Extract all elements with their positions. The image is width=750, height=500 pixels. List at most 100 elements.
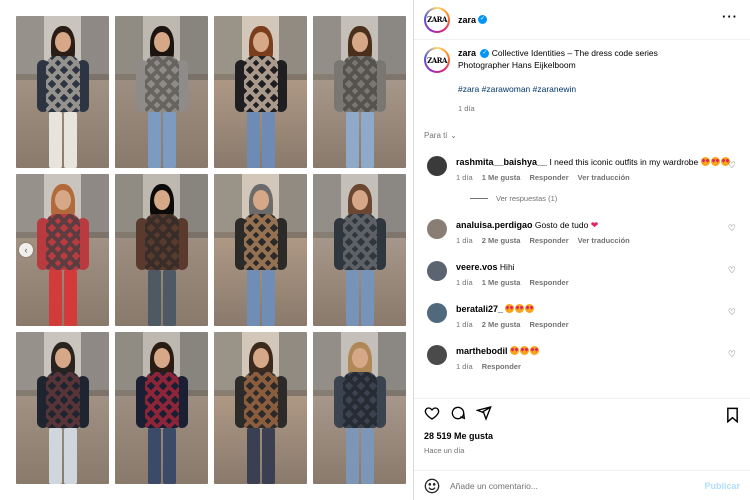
comment-time: 1 día bbox=[456, 278, 473, 287]
heart-eyes-emoji-icon bbox=[710, 157, 720, 166]
sort-dropdown[interactable]: Para ti ⌄ bbox=[424, 131, 740, 140]
photo-tile bbox=[115, 16, 208, 168]
heart-outline-icon[interactable]: ♡ bbox=[728, 265, 736, 276]
post-modal: ‹ ZARA zara ✓ ··· ZARA zara ✓ Collective… bbox=[0, 0, 750, 500]
avatar-logo: ZARA bbox=[426, 8, 448, 31]
photo-tile bbox=[115, 174, 208, 326]
verified-badge-icon: ✓ bbox=[480, 49, 490, 59]
photo-tile bbox=[214, 332, 307, 484]
caption-time: 1 día bbox=[458, 104, 475, 113]
caption-credit: Photographer Hans Eijkelboom bbox=[458, 60, 576, 70]
reply-button[interactable]: Responder bbox=[529, 236, 568, 245]
photo-tile bbox=[214, 16, 307, 168]
post-panel: ZARA zara ✓ ··· ZARA zara ✓ Collective I… bbox=[413, 0, 750, 500]
comment-list: rashmita__baishya__ I need this iconic o… bbox=[424, 156, 740, 371]
comment-text: I need this iconic outfits in my wardrob… bbox=[549, 157, 699, 167]
comment-composer: Publicar bbox=[414, 470, 750, 500]
comment-item: veere.vos Hihi 1 día 1 Me gusta Responde… bbox=[424, 261, 740, 287]
comment-likes[interactable]: 1 Me gusta bbox=[482, 278, 521, 287]
caption: ZARA zara ✓ Collective Identities – The … bbox=[424, 47, 740, 115]
translate-button[interactable]: Ver traducción bbox=[578, 173, 630, 182]
heart-outline-icon[interactable]: ♡ bbox=[728, 160, 736, 171]
comment-likes[interactable]: 1 Me gusta bbox=[482, 173, 521, 182]
smile-emoji-icon[interactable] bbox=[424, 478, 440, 494]
photo-tile bbox=[16, 332, 109, 484]
heart-outline-icon[interactable]: ♡ bbox=[728, 223, 736, 234]
comment-item: rashmita__baishya__ I need this iconic o… bbox=[424, 156, 740, 182]
reply-button[interactable]: Responder bbox=[529, 320, 568, 329]
commenter-avatar[interactable] bbox=[427, 156, 447, 176]
comment-username[interactable]: veere.vos bbox=[456, 262, 498, 272]
comment-likes[interactable]: 2 Me gusta bbox=[482, 236, 521, 245]
commenter-avatar[interactable] bbox=[427, 219, 447, 239]
reply-button[interactable]: Responder bbox=[529, 173, 568, 182]
comment-text: Gosto de tudo bbox=[534, 220, 589, 230]
comment-emoji bbox=[700, 157, 731, 167]
photo-grid bbox=[16, 16, 406, 484]
comment-username[interactable]: analuisa.perdigao bbox=[456, 220, 533, 230]
heart-outline-icon[interactable]: ♡ bbox=[728, 349, 736, 360]
heart-eyes-emoji-icon bbox=[529, 346, 539, 355]
post-header: ZARA zara ✓ ··· bbox=[414, 0, 750, 40]
reply-button[interactable]: Responder bbox=[529, 278, 568, 287]
comment-item: analuisa.perdigao Gosto de tudo ❤ 1 día … bbox=[424, 219, 740, 245]
comment-emoji bbox=[505, 304, 535, 314]
comment-input[interactable] bbox=[450, 480, 690, 491]
more-dots-icon[interactable]: ··· bbox=[722, 10, 738, 23]
comment-emoji bbox=[509, 346, 540, 356]
comment-time: 1 día bbox=[456, 362, 473, 371]
comment-time: 1 día bbox=[456, 236, 473, 245]
caption-avatar[interactable]: ZARA bbox=[424, 47, 450, 73]
replies-label: Ver respuestas (1) bbox=[496, 194, 558, 203]
translate-button[interactable]: Ver traducción bbox=[578, 236, 630, 245]
photo-tile bbox=[313, 174, 406, 326]
commenter-avatar[interactable] bbox=[427, 345, 447, 365]
comment-item: beratali27_ 1 día 2 Me gusta Responder ♡ bbox=[424, 303, 740, 329]
author-username[interactable]: zara bbox=[458, 15, 476, 25]
bookmark-icon[interactable] bbox=[725, 407, 740, 423]
photo-tile bbox=[313, 16, 406, 168]
caption-username[interactable]: zara bbox=[458, 48, 476, 58]
heart-eyes-emoji-icon bbox=[700, 157, 710, 166]
heart-eyes-emoji-icon bbox=[515, 304, 525, 313]
red-heart-emoji-icon: ❤ bbox=[590, 220, 599, 230]
comment-bubble-icon[interactable] bbox=[450, 405, 466, 421]
commenter-avatar[interactable] bbox=[427, 303, 447, 323]
chevron-left-icon[interactable]: ‹ bbox=[19, 243, 33, 257]
commenter-avatar[interactable] bbox=[427, 261, 447, 281]
caption-title: Collective Identities – The dress code s… bbox=[491, 48, 658, 58]
verified-badge-icon: ✓ bbox=[478, 15, 488, 24]
comment-likes[interactable]: 2 Me gusta bbox=[482, 320, 521, 329]
photo-tile bbox=[16, 16, 109, 168]
comment-time: 1 día bbox=[456, 320, 473, 329]
publish-button[interactable]: Publicar bbox=[704, 481, 740, 491]
post-time: Hace un día bbox=[424, 446, 465, 455]
paper-plane-icon[interactable] bbox=[476, 405, 492, 421]
view-replies-button[interactable]: Ver respuestas (1) bbox=[470, 194, 740, 203]
action-bar: 28 519 Me gusta Hace un día bbox=[414, 398, 750, 468]
comment-emoji: ❤ bbox=[591, 220, 599, 230]
likes-count[interactable]: 28 519 Me gusta bbox=[424, 431, 740, 441]
sort-label: Para ti bbox=[424, 131, 448, 140]
comment-username[interactable]: marthebodil bbox=[456, 346, 508, 356]
avatar-logo: ZARA bbox=[426, 49, 448, 71]
heart-eyes-emoji-icon bbox=[525, 304, 535, 313]
comment-username[interactable]: beratali27_ bbox=[456, 304, 503, 314]
reply-button[interactable]: Responder bbox=[482, 362, 521, 371]
heart-outline-icon[interactable] bbox=[424, 405, 440, 421]
heart-outline-icon[interactable]: ♡ bbox=[728, 307, 736, 318]
heart-eyes-emoji-icon bbox=[519, 346, 529, 355]
hashtags[interactable]: #zara #zarawoman #zaranewin bbox=[458, 83, 658, 95]
replies-divider bbox=[470, 198, 488, 199]
author-avatar[interactable]: ZARA bbox=[424, 6, 450, 33]
comment-username[interactable]: rashmita__baishya__ bbox=[456, 157, 547, 167]
caption-text: zara ✓ Collective Identities – The dress… bbox=[458, 47, 658, 115]
post-media[interactable]: ‹ bbox=[0, 0, 413, 500]
photo-tile bbox=[214, 174, 307, 326]
comment-item: marthebodil 1 día Responder ♡ bbox=[424, 345, 740, 371]
photo-tile bbox=[313, 332, 406, 484]
comment-time: 1 día bbox=[456, 173, 473, 182]
heart-eyes-emoji-icon bbox=[505, 304, 515, 313]
comments-scroll[interactable]: ZARA zara ✓ Collective Identities – The … bbox=[414, 41, 750, 393]
comment-text: Hihi bbox=[499, 262, 515, 272]
